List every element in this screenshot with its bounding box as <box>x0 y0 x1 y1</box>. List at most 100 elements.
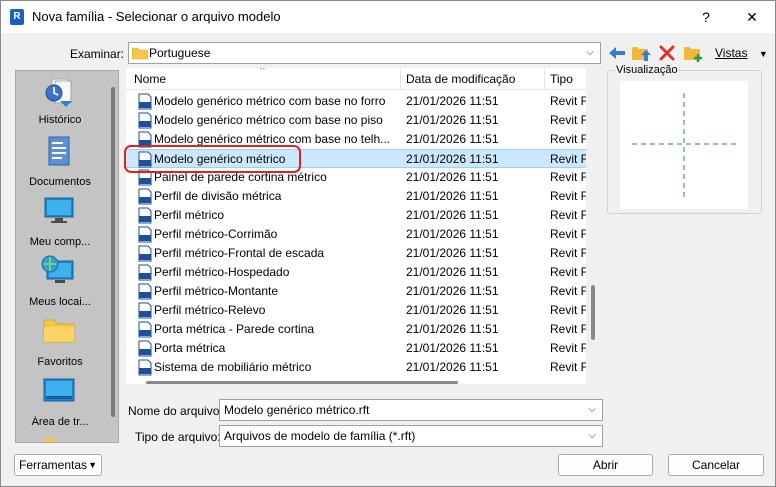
file-date: 21/01/2026 11:51 <box>406 152 499 166</box>
documents-icon <box>48 136 70 166</box>
caret-down-icon: ▼ <box>88 460 97 470</box>
network-icon <box>41 255 74 283</box>
filetype-combo[interactable]: Arquivos de modelo de família (*.rft) ⌵ <box>219 425 603 447</box>
file-name: Modelo genérico métrico com base no piso <box>154 113 383 127</box>
file-type: Revit F <box>550 265 586 279</box>
file-row[interactable]: Modelo genérico métrico com base no forr… <box>126 92 586 111</box>
help-button[interactable]: ? <box>683 1 729 33</box>
folder-icon <box>44 438 74 442</box>
rft-file-icon <box>138 264 152 281</box>
file-date: 21/01/2026 11:51 <box>406 360 499 374</box>
file-type: Revit F <box>550 152 586 166</box>
file-date: 21/01/2026 11:51 <box>406 189 499 203</box>
file-date: 21/01/2026 11:51 <box>406 132 499 146</box>
cancel-button[interactable]: Cancelar <box>668 454 764 476</box>
file-row[interactable]: Porta métrica 21/01/2026 11:51 Revit F <box>126 339 586 358</box>
file-type: Revit F <box>550 360 586 374</box>
file-date: 21/01/2026 11:51 <box>406 303 499 317</box>
place-label: Meu comp... <box>29 236 91 248</box>
up-folder-icon[interactable] <box>631 43 651 63</box>
file-list-header: ^ Nome Data de modificação Tipo <box>126 68 586 90</box>
file-date: 21/01/2026 11:51 <box>406 94 499 108</box>
tools-label: Ferramentas <box>19 458 88 472</box>
rft-file-icon <box>138 302 152 319</box>
file-date: 21/01/2026 11:51 <box>406 208 499 222</box>
chevron-down-icon: ⌵ <box>586 47 594 58</box>
computer-icon <box>44 197 74 223</box>
file-date: 21/01/2026 11:51 <box>406 341 499 355</box>
file-row[interactable]: Perfil métrico 21/01/2026 11:51 Revit F <box>126 206 586 225</box>
sort-ascending-icon: ^ <box>260 68 265 76</box>
file-date: 21/01/2026 11:51 <box>406 322 499 336</box>
file-row[interactable]: Sistema de mobiliário métrico 21/01/2026 … <box>126 358 586 377</box>
file-row[interactable]: Perfil métrico-Relevo 21/01/2026 11:51 Rev… <box>126 301 586 320</box>
file-row[interactable]: Perfil de divisão métrica 21/01/2026 11:5… <box>126 187 586 206</box>
lookin-combo[interactable]: Portuguese ⌵ <box>128 42 601 64</box>
file-type: Revit F <box>550 189 586 203</box>
crosshair-preview <box>632 93 736 197</box>
caret-down-icon: ▼ <box>758 49 768 59</box>
file-row[interactable]: Perfil métrico-Corrimão 21/01/2026 11:51 R… <box>126 225 586 244</box>
file-name: Perfil métrico <box>154 208 225 222</box>
scroll-thumb[interactable] <box>146 381 458 384</box>
close-button[interactable]: ✕ <box>729 1 775 33</box>
filename-value: Modelo genérico métrico.rft <box>224 403 370 417</box>
file-type: Revit F <box>550 284 586 298</box>
file-name: Perfil métrico-Hospedado <box>154 265 290 279</box>
file-type: Revit F <box>550 113 586 127</box>
file-date: 21/01/2026 11:51 <box>406 265 499 279</box>
folder-icon <box>132 47 148 60</box>
lookin-value: Portuguese <box>149 46 211 60</box>
new-folder-icon[interactable] <box>683 43 703 63</box>
vertical-scroll-thumb[interactable] <box>591 285 595 340</box>
chevron-down-icon: ⌵ <box>588 430 596 441</box>
open-button[interactable]: Abrir <box>558 454 653 476</box>
file-type: Revit F <box>550 170 586 184</box>
rft-file-icon <box>138 340 152 357</box>
places-scrollbar[interactable] <box>110 81 116 421</box>
file-name: Perfil métrico-Montante <box>154 284 279 298</box>
filename-combo[interactable]: Modelo genérico métrico.rft ⌵ <box>219 399 603 421</box>
file-row[interactable]: Porta métrica - Parede cortina 21/01/2026… <box>126 320 586 339</box>
rft-file-icon <box>138 207 152 224</box>
desktop-icon <box>43 378 75 402</box>
file-type: Revit F <box>550 227 586 241</box>
highlight-ring <box>124 145 301 173</box>
file-name: Perfil de divisão métrica <box>154 189 282 203</box>
delete-icon[interactable] <box>657 43 677 63</box>
file-row[interactable]: Perfil métrico-Frontal de escada 21/01/20… <box>126 244 586 263</box>
file-name: Porta métrica - Parede cortina <box>154 322 315 336</box>
views-menu-button[interactable]: Vistas ▼ <box>715 46 768 60</box>
file-row[interactable]: Perfil métrico-Hospedado 21/01/2026 11:51… <box>126 263 586 282</box>
tools-dropdown[interactable]: Ferramentas ▼ <box>14 454 102 476</box>
rft-file-icon <box>138 112 152 129</box>
horizontal-scrollbar[interactable] <box>126 376 586 386</box>
filetype-label: Tipo de arquivo: <box>135 430 221 444</box>
revit-app-icon: R <box>10 9 24 25</box>
back-arrow-icon[interactable] <box>607 43 627 63</box>
file-name: Perfil métrico-Frontal de escada <box>154 246 325 260</box>
file-type: Revit F <box>550 132 586 146</box>
file-name: Porta métrica <box>154 341 226 355</box>
rft-file-icon <box>138 226 152 243</box>
column-date[interactable]: Data de modificação <box>406 72 515 86</box>
file-list: ^ Nome Data de modificação Tipo Modelo g… <box>126 68 586 384</box>
file-name: Sistema de mobiliário métrico <box>154 360 312 374</box>
place-label: Área de tr... <box>31 416 89 428</box>
scroll-thumb[interactable] <box>111 87 115 417</box>
file-date: 21/01/2026 11:51 <box>406 113 499 127</box>
file-row[interactable]: Perfil métrico-Montante 21/01/2026 11:51 R… <box>126 282 586 301</box>
file-type: Revit F <box>550 208 586 222</box>
title-bar: R Nova família - Selecionar o arquivo mo… <box>1 1 775 33</box>
file-type: Revit F <box>550 322 586 336</box>
file-row[interactable]: Modelo genérico métrico com base no piso… <box>126 111 586 130</box>
window-title: Nova família - Selecionar o arquivo mode… <box>32 9 281 24</box>
filename-label: Nome do arquivo: <box>128 404 223 418</box>
file-date: 21/01/2026 11:51 <box>406 284 499 298</box>
file-type: Revit F <box>550 341 586 355</box>
column-name[interactable]: Nome <box>134 72 166 86</box>
file-name: Modelo genérico métrico com base no forr… <box>154 94 386 108</box>
rft-file-icon <box>138 359 152 376</box>
file-type: Revit F <box>550 303 586 317</box>
column-type[interactable]: Tipo <box>550 72 573 86</box>
